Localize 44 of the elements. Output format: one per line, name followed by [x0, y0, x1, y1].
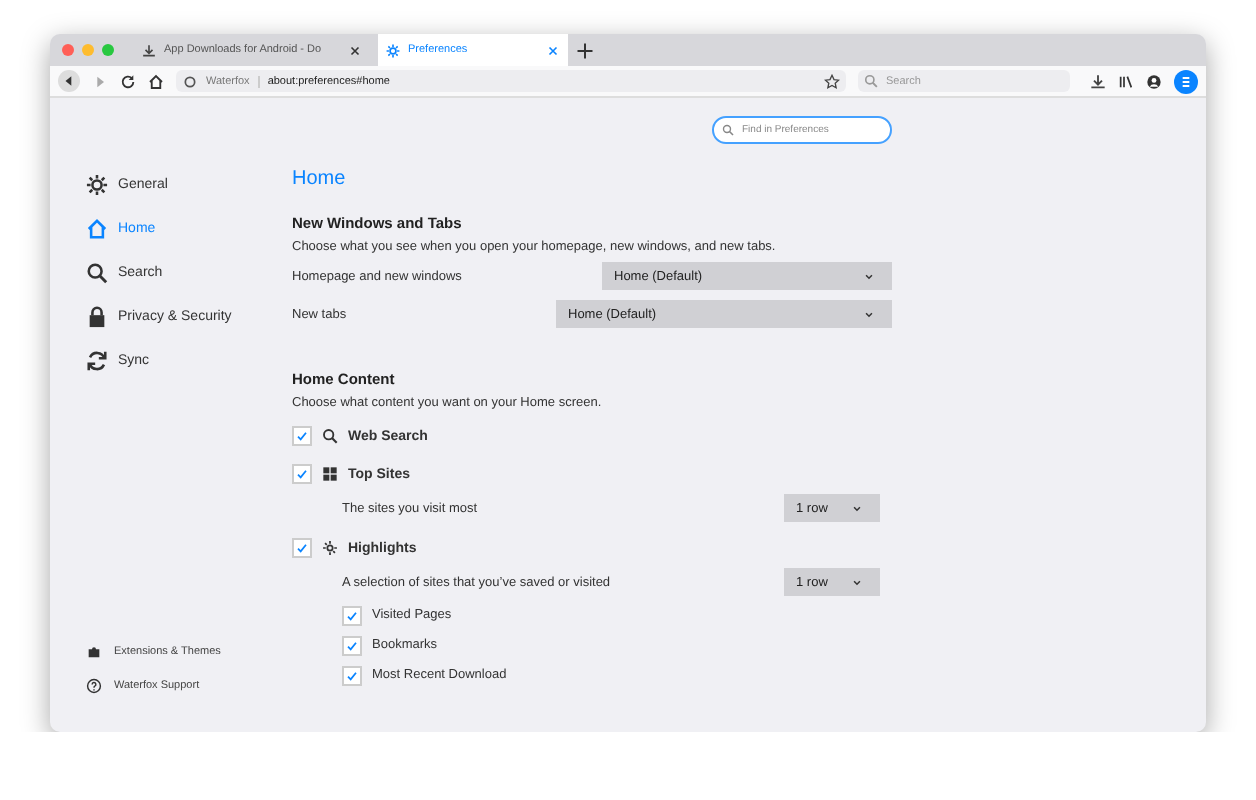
- checkbox[interactable]: [342, 635, 362, 655]
- search-icon: [86, 262, 108, 284]
- home-icon[interactable]: [148, 73, 164, 89]
- gear-icon: [386, 43, 400, 57]
- caret-icon: [850, 575, 864, 589]
- library-icon[interactable]: [1118, 73, 1134, 89]
- circle-icon: [182, 73, 198, 89]
- left-arrow-icon: [62, 74, 76, 88]
- page-title: Home: [292, 168, 348, 190]
- grid-icon: [322, 466, 338, 482]
- window-control-dot[interactable]: [62, 44, 74, 56]
- checkmark-icon: [294, 466, 310, 482]
- gear-icon: [86, 174, 108, 196]
- caret-icon: [862, 307, 876, 321]
- window-control-dot[interactable]: [82, 44, 94, 56]
- plus-icon[interactable]: [576, 41, 594, 59]
- search-icon: [322, 428, 338, 444]
- checkbox[interactable]: [342, 665, 362, 685]
- account-icon[interactable]: [1146, 73, 1162, 89]
- search-icon: [864, 74, 878, 88]
- caret-icon: [862, 269, 876, 283]
- close-icon[interactable]: [348, 43, 362, 57]
- checkmark-icon: [294, 428, 310, 444]
- caret-icon: [850, 501, 864, 515]
- checkbox[interactable]: [292, 426, 312, 446]
- sync-icon: [86, 350, 108, 372]
- download-icon[interactable]: [1090, 73, 1106, 89]
- checkbox[interactable]: [342, 605, 362, 625]
- search-icon: [722, 124, 734, 136]
- star-icon[interactable]: [824, 73, 840, 89]
- checkmark-icon: [294, 540, 310, 556]
- checkbox[interactable]: [292, 464, 312, 484]
- checkbox[interactable]: [292, 538, 312, 558]
- home-icon: [86, 218, 108, 240]
- lock-icon: [86, 306, 108, 328]
- help-icon: [86, 678, 102, 694]
- reload-icon[interactable]: [120, 73, 136, 89]
- back-button[interactable]: [58, 70, 80, 92]
- menu-icon: [1178, 73, 1194, 89]
- download-icon: [142, 43, 156, 57]
- window-control-dot[interactable]: [102, 44, 114, 56]
- menu-button[interactable]: [1174, 69, 1198, 93]
- right-arrow-icon[interactable]: [92, 73, 108, 89]
- sparkle-icon: [322, 540, 338, 556]
